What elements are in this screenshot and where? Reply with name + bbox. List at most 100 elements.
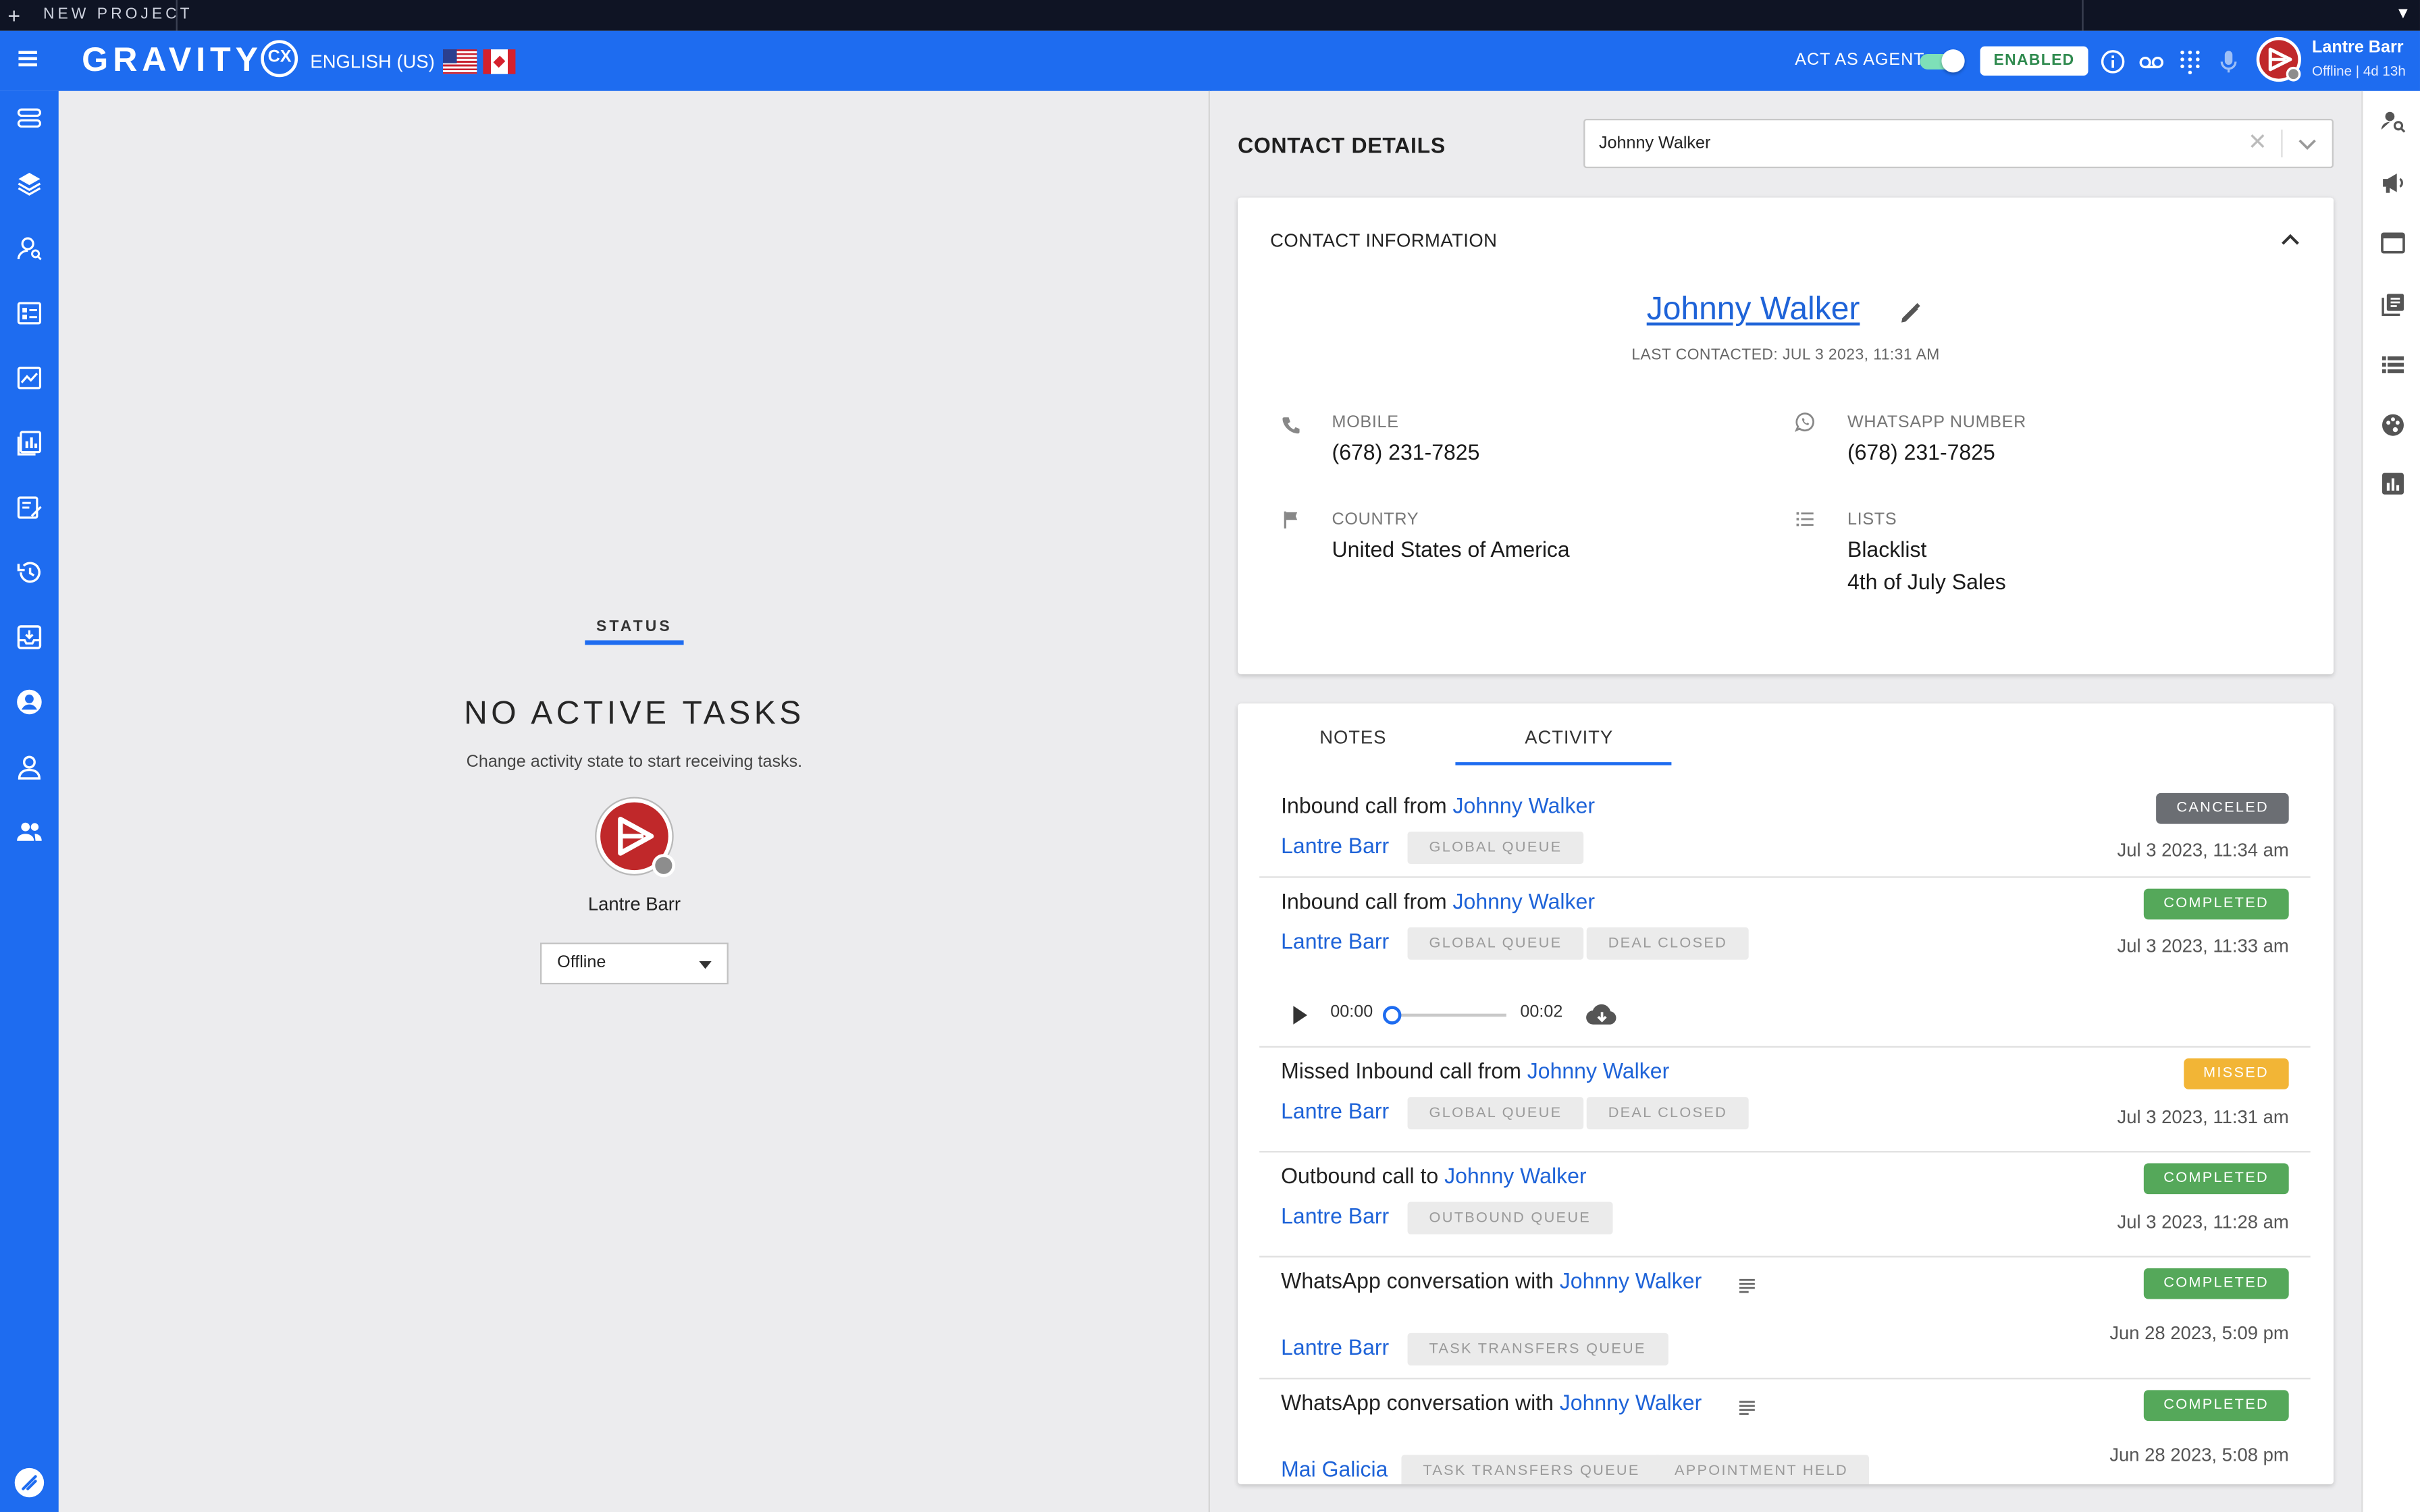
history-icon[interactable] <box>16 558 43 586</box>
activity-contact-link[interactable]: Johnny Walker <box>1444 1163 1586 1188</box>
activity-description: Outbound call to Johnny Walker <box>1281 1163 1587 1188</box>
tab-activity[interactable]: ACTIVITY <box>1525 727 1613 749</box>
contact-name[interactable]: Johnny Walker <box>1238 292 2269 329</box>
reports-icon[interactable] <box>16 429 43 456</box>
canada-flag-icon[interactable] <box>483 49 516 74</box>
recording-current-time: 00:00 <box>1330 1002 1373 1022</box>
team-icon[interactable] <box>16 817 43 845</box>
activity-item[interactable]: Missed Inbound call from Johnny Walker L… <box>1259 1048 2311 1153</box>
country-value: United States of America <box>1332 537 1570 562</box>
palette-icon[interactable] <box>2380 412 2406 438</box>
contact-details-panel: CONTACT DETAILS Johnny Walker ✕ CONTACT … <box>1211 90 2362 1512</box>
tab-indicator <box>1455 762 1672 765</box>
queue-chip: OUTBOUND QUEUE <box>1407 1202 1613 1235</box>
quick-link-icon[interactable] <box>14 1467 45 1498</box>
enabled-badge: ENABLED <box>1980 46 2088 76</box>
activity-contact-link[interactable]: Johnny Walker <box>1560 1268 1702 1293</box>
microphone-icon[interactable] <box>2215 48 2242 76</box>
contact-search-icon[interactable] <box>2380 108 2406 134</box>
contact-search-input[interactable]: Johnny Walker ✕ <box>1583 118 2334 169</box>
chevron-up-icon[interactable] <box>2281 232 2299 247</box>
download-icon[interactable] <box>1585 1003 1619 1028</box>
divider <box>176 0 178 31</box>
status-badge: CANCELED <box>2156 792 2289 824</box>
contacts-search-icon[interactable] <box>16 234 43 262</box>
chevron-down-icon[interactable] <box>2298 136 2316 151</box>
plus-icon[interactable]: + <box>7 3 20 28</box>
recording-total-time: 00:02 <box>1520 1002 1563 1022</box>
activity-agent-link[interactable]: Mai Galicia <box>1281 1457 1388 1482</box>
clear-icon[interactable]: ✕ <box>2248 120 2267 167</box>
divider <box>2281 129 2283 158</box>
activity-description: Inbound call from Johnny Walker <box>1281 888 1595 914</box>
act-as-agent-label: ACT AS AGENT <box>1795 51 1925 70</box>
status-badge: COMPLETED <box>2143 1268 2289 1299</box>
activity-agent-link[interactable]: Lantre Barr <box>1281 1098 1389 1123</box>
activity-timestamp: Jul 3 2023, 11:33 am <box>2117 935 2289 957</box>
recording-player: 00:00 00:02 <box>1281 1001 1682 1032</box>
notes-icon[interactable] <box>1738 1398 1756 1416</box>
dialpad-icon[interactable] <box>2176 48 2204 76</box>
activity-item[interactable]: WhatsApp conversation with Johnny Walker… <box>1259 1258 2311 1380</box>
queues-icon[interactable] <box>16 105 43 132</box>
status-tab[interactable]: STATUS <box>585 619 683 636</box>
layers-icon[interactable] <box>16 169 43 197</box>
analytics-icon[interactable] <box>16 364 43 392</box>
us-flag-icon[interactable] <box>442 49 477 74</box>
stats-icon[interactable] <box>2380 470 2406 497</box>
activity-agent-link[interactable]: Lantre Barr <box>1281 1334 1389 1359</box>
campaigns-icon[interactable] <box>16 299 43 327</box>
mobile-value[interactable]: (678) 231-7825 <box>1332 437 1480 469</box>
activity-timestamp: Jun 28 2023, 5:08 pm <box>2109 1444 2289 1466</box>
activity-item[interactable]: Outbound call to Johnny Walker Lantre Ba… <box>1259 1152 2311 1258</box>
activity-contact-link[interactable]: Johnny Walker <box>1560 1390 1702 1415</box>
left-nav <box>0 90 59 1512</box>
list-icon <box>1796 512 1814 526</box>
activity-item[interactable]: Inbound call from Johnny Walker Lantre B… <box>1259 782 2311 878</box>
disposition-chip: APPOINTMENT HELD <box>1652 1455 1870 1484</box>
account-icon[interactable] <box>16 688 43 716</box>
play-icon[interactable] <box>1290 1004 1309 1026</box>
recording-seek-bar[interactable] <box>1392 1013 1506 1017</box>
info-icon[interactable] <box>2099 48 2127 76</box>
window-icon[interactable] <box>2380 230 2406 256</box>
activity-state-select[interactable]: Offline <box>540 942 729 985</box>
act-as-agent-toggle[interactable] <box>1920 49 1966 73</box>
activity-agent-link[interactable]: Lantre Barr <box>1281 1204 1389 1228</box>
status-badge: COMPLETED <box>2143 888 2289 920</box>
user-icon[interactable] <box>16 753 43 780</box>
language-selector[interactable]: ENGLISH (US) <box>310 49 434 74</box>
whatsapp-value[interactable]: (678) 231-7825 <box>1847 437 1995 469</box>
inbox-icon[interactable] <box>16 623 43 651</box>
activity-contact-link[interactable]: Johnny Walker <box>1453 889 1595 914</box>
status-badge: COMPLETED <box>2143 1390 2289 1422</box>
activity-agent-link[interactable]: Lantre Barr <box>1281 833 1389 858</box>
caret-down-icon[interactable]: ▾ <box>2398 1 2408 23</box>
edit-icon[interactable] <box>1898 302 1921 325</box>
megaphone-icon[interactable] <box>2380 169 2406 196</box>
contact-details-title: CONTACT DETAILS <box>1238 132 1446 158</box>
queue-chip: GLOBAL QUEUE <box>1407 831 1584 864</box>
user-avatar[interactable] <box>2255 36 2303 84</box>
hamburger-menu-icon[interactable] <box>18 51 37 69</box>
recording-seek-handle[interactable] <box>1382 1006 1402 1025</box>
activity-timestamp: Jun 28 2023, 5:09 pm <box>2109 1322 2289 1344</box>
divider <box>2082 0 2084 31</box>
queue-chip: GLOBAL QUEUE <box>1407 927 1584 960</box>
activity-item[interactable]: WhatsApp conversation with Johnny Walker… <box>1259 1379 2311 1484</box>
queue-chip: GLOBAL QUEUE <box>1407 1097 1584 1130</box>
activity-contact-link[interactable]: Johnny Walker <box>1453 793 1595 818</box>
library-icon[interactable] <box>2380 292 2406 318</box>
activity-contact-link[interactable]: Johnny Walker <box>1527 1058 1669 1083</box>
activity-item[interactable]: Inbound call from Johnny Walker Lantre B… <box>1259 878 2311 1048</box>
list-icon[interactable] <box>2380 352 2406 378</box>
notes-icon[interactable] <box>1738 1276 1756 1294</box>
activity-agent-link[interactable]: Lantre Barr <box>1281 929 1389 954</box>
forms-icon[interactable] <box>16 493 43 521</box>
right-rail <box>2361 90 2420 1512</box>
new-project-label[interactable]: NEW PROJECT <box>43 6 193 24</box>
activity-timestamp: Jul 3 2023, 11:34 am <box>2117 839 2289 861</box>
voicemail-icon[interactable] <box>2138 48 2165 76</box>
user-name[interactable]: Lantre Barr <box>2312 38 2404 59</box>
tab-notes[interactable]: NOTES <box>1319 727 1386 749</box>
